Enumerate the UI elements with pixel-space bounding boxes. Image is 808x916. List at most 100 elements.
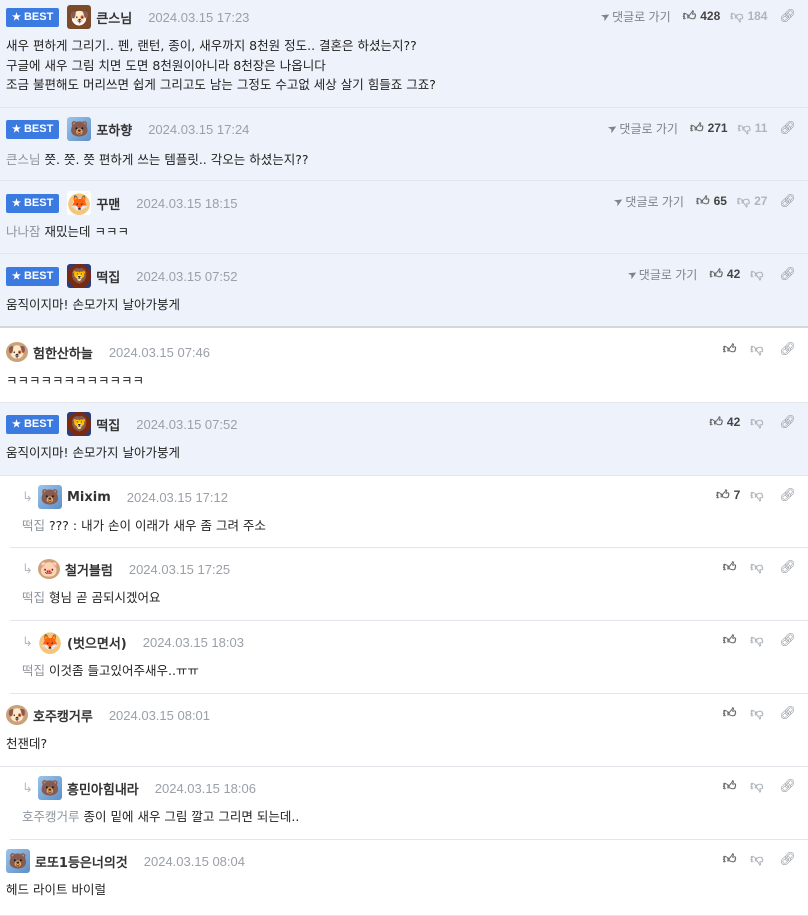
avatar[interactable]: 🐻 xyxy=(38,485,62,509)
like-button[interactable]: 👍︎ xyxy=(723,705,741,721)
nickname[interactable]: 떡집 xyxy=(96,267,120,286)
comment-text: 헤드 라이트 바이럴 xyxy=(6,882,106,897)
avatar[interactable]: 🐻 xyxy=(6,849,30,873)
link-icon[interactable]: 🔗︎ xyxy=(779,193,796,209)
goto-reply-link[interactable]: ➤ 댓글로 가기 xyxy=(612,193,684,210)
paper-plane-icon: ➤ xyxy=(598,8,613,24)
dislike-button[interactable]: 👎︎ xyxy=(750,778,767,794)
mention[interactable]: 호주캥거루 xyxy=(22,809,80,824)
nickname[interactable]: 큰스님 xyxy=(96,8,132,27)
nickname[interactable]: 호주캥거루 xyxy=(33,706,93,725)
mention[interactable]: 떡집 xyxy=(22,590,45,605)
nickname[interactable]: 흥민아힘내라 xyxy=(67,779,139,798)
comment-item: 🐶 호주캥거루 2024.03.15 08:01 👍︎ 👎︎ 🔗︎ 천잰데? xyxy=(0,694,808,767)
link-icon[interactable]: 🔗︎ xyxy=(779,487,796,503)
link-icon[interactable]: 🔗︎ xyxy=(779,559,796,575)
comment-date: 2024.03.15 17:12 xyxy=(126,489,228,505)
like-button[interactable]: 👍︎ xyxy=(723,851,741,867)
thumbs-up-icon: 👍︎ xyxy=(722,632,737,647)
dislike-button[interactable]: 👎︎ xyxy=(750,559,767,575)
mention[interactable]: 나나잠 xyxy=(6,224,41,239)
dislike-button[interactable]: 👎︎ xyxy=(750,341,767,357)
link-icon[interactable]: 🔗︎ xyxy=(779,851,796,867)
like-button[interactable]: 👍︎ xyxy=(723,559,741,575)
avatar[interactable]: 🐻 xyxy=(67,117,92,141)
like-button[interactable]: 👍︎ xyxy=(723,778,741,794)
link-icon[interactable]: 🔗︎ xyxy=(779,266,796,282)
link-icon[interactable]: 🔗︎ xyxy=(779,705,796,721)
link-icon[interactable]: 🔗︎ xyxy=(779,778,796,794)
dislike-button[interactable]: 👎︎ xyxy=(750,705,767,721)
dislike-button[interactable]: 👎︎ 184 xyxy=(730,8,767,24)
avatar[interactable]: 🦊 xyxy=(67,191,92,215)
like-button[interactable]: 👍︎ 7 xyxy=(716,487,740,503)
comment-date: 2024.03.15 18:03 xyxy=(142,634,244,650)
like-button[interactable]: 👍︎ 42 xyxy=(709,414,740,430)
link-icon[interactable]: 🔗︎ xyxy=(779,8,796,24)
star-icon: ★ xyxy=(12,11,21,23)
dislike-button[interactable]: 👎︎ xyxy=(750,632,767,648)
thumbs-down-icon: 👎︎ xyxy=(750,851,764,866)
comment-text: 새우 편하게 그리기.. 펜, 랜턴, 종이, 새우까지 8천원 정도.. 결혼… xyxy=(6,38,436,92)
thumbs-up-icon: 👍︎ xyxy=(722,778,737,793)
nickname[interactable]: 철거블럼 xyxy=(65,560,113,579)
comment-text: 천잰데? xyxy=(6,736,48,751)
mention[interactable]: 떡집 xyxy=(22,518,45,533)
thumbs-up-icon: 👍︎ xyxy=(689,120,704,135)
goto-reply-link[interactable]: ➤ 댓글로 가기 xyxy=(606,120,678,137)
thumbs-down-icon: 👎︎ xyxy=(736,193,751,208)
reply-item: ↳ 🐷 철거블럼 2024.03.15 17:25 👍︎ 👎︎ 🔗︎ 떡집 형님 … xyxy=(10,548,808,621)
avatar[interactable]: 🦁 xyxy=(67,264,92,288)
dislike-button[interactable]: 👎︎ 11 xyxy=(738,120,768,136)
best-badge: ★ BEST xyxy=(6,266,60,286)
like-button[interactable]: 👍︎ xyxy=(723,632,741,648)
nickname[interactable]: 떡집 xyxy=(96,415,120,434)
avatar[interactable]: 🐷 xyxy=(38,559,60,579)
comment-date: 2024.03.15 18:15 xyxy=(136,195,238,211)
link-icon[interactable]: 🔗︎ xyxy=(779,632,796,648)
thumbs-down-icon: 👎︎ xyxy=(750,559,764,574)
like-button[interactable]: 👍︎ 428 xyxy=(683,8,721,24)
like-button[interactable]: 👍︎ 42 xyxy=(709,266,740,282)
avatar[interactable]: 🐶 xyxy=(67,5,92,29)
avatar[interactable]: 🐶 xyxy=(6,342,28,362)
link-icon[interactable]: 🔗︎ xyxy=(779,120,796,136)
best-badge: ★ BEST xyxy=(6,119,60,139)
dislike-button[interactable]: 👎︎ xyxy=(750,487,767,503)
nickname[interactable]: 험한산하늘 xyxy=(33,343,93,362)
paper-plane-icon: ➤ xyxy=(606,120,621,136)
like-button[interactable]: 👍︎ 271 xyxy=(690,120,728,136)
nickname[interactable]: 포하향 xyxy=(96,120,132,139)
avatar[interactable]: 🐶 xyxy=(6,705,28,725)
link-icon[interactable]: 🔗︎ xyxy=(779,341,796,357)
star-icon: ★ xyxy=(12,197,21,209)
nickname[interactable]: Mixim xyxy=(67,490,111,505)
mention[interactable]: 큰스님 xyxy=(6,152,41,167)
dislike-button[interactable]: 👎︎ xyxy=(750,414,767,430)
goto-reply-link[interactable]: ➤ 댓글로 가기 xyxy=(625,266,697,283)
nickname[interactable]: 로또1등은너의것 xyxy=(35,852,128,871)
comment-text: ㅋㅋㅋㅋㅋㅋㅋㅋㅋㅋㅋㅋ xyxy=(6,373,145,388)
nickname[interactable]: 꾸맨 xyxy=(96,194,120,213)
best-badge: ★ BEST xyxy=(6,7,60,27)
like-button[interactable]: 👍︎ 65 xyxy=(696,193,727,209)
reply-item: ↳ 🐻 흥민아힘내라 2024.03.15 18:06 👍︎ 👎︎ 🔗︎ 호주캥… xyxy=(10,767,808,840)
thumbs-up-icon: 👍︎ xyxy=(722,341,737,356)
thumbs-down-icon: 👎︎ xyxy=(750,266,764,281)
nickname[interactable]: (벗으면서) xyxy=(67,633,127,652)
comment-date: 2024.03.15 18:06 xyxy=(154,780,256,796)
mention[interactable]: 떡집 xyxy=(22,663,45,678)
link-icon[interactable]: 🔗︎ xyxy=(779,414,796,430)
dislike-button[interactable]: 👎︎ xyxy=(750,266,767,282)
dislike-button[interactable]: 👎︎ 27 xyxy=(737,193,768,209)
comment-item: ★ BEST 🦁 떡집 2024.03.15 07:52 👍︎ 42 👎︎ 🔗︎ 움… xyxy=(0,403,808,476)
star-icon: ★ xyxy=(12,270,21,282)
goto-reply-link[interactable]: ➤ 댓글로 가기 xyxy=(598,8,671,25)
avatar[interactable]: 🐻 xyxy=(38,776,62,800)
avatar[interactable]: 🦊 xyxy=(38,630,62,654)
comment-date: 2024.03.15 08:04 xyxy=(143,853,245,869)
like-button[interactable]: 👍︎ xyxy=(723,341,741,357)
dislike-button[interactable]: 👎︎ xyxy=(750,851,767,867)
avatar[interactable]: 🦁 xyxy=(67,412,92,436)
paper-plane-icon: ➤ xyxy=(612,193,627,209)
